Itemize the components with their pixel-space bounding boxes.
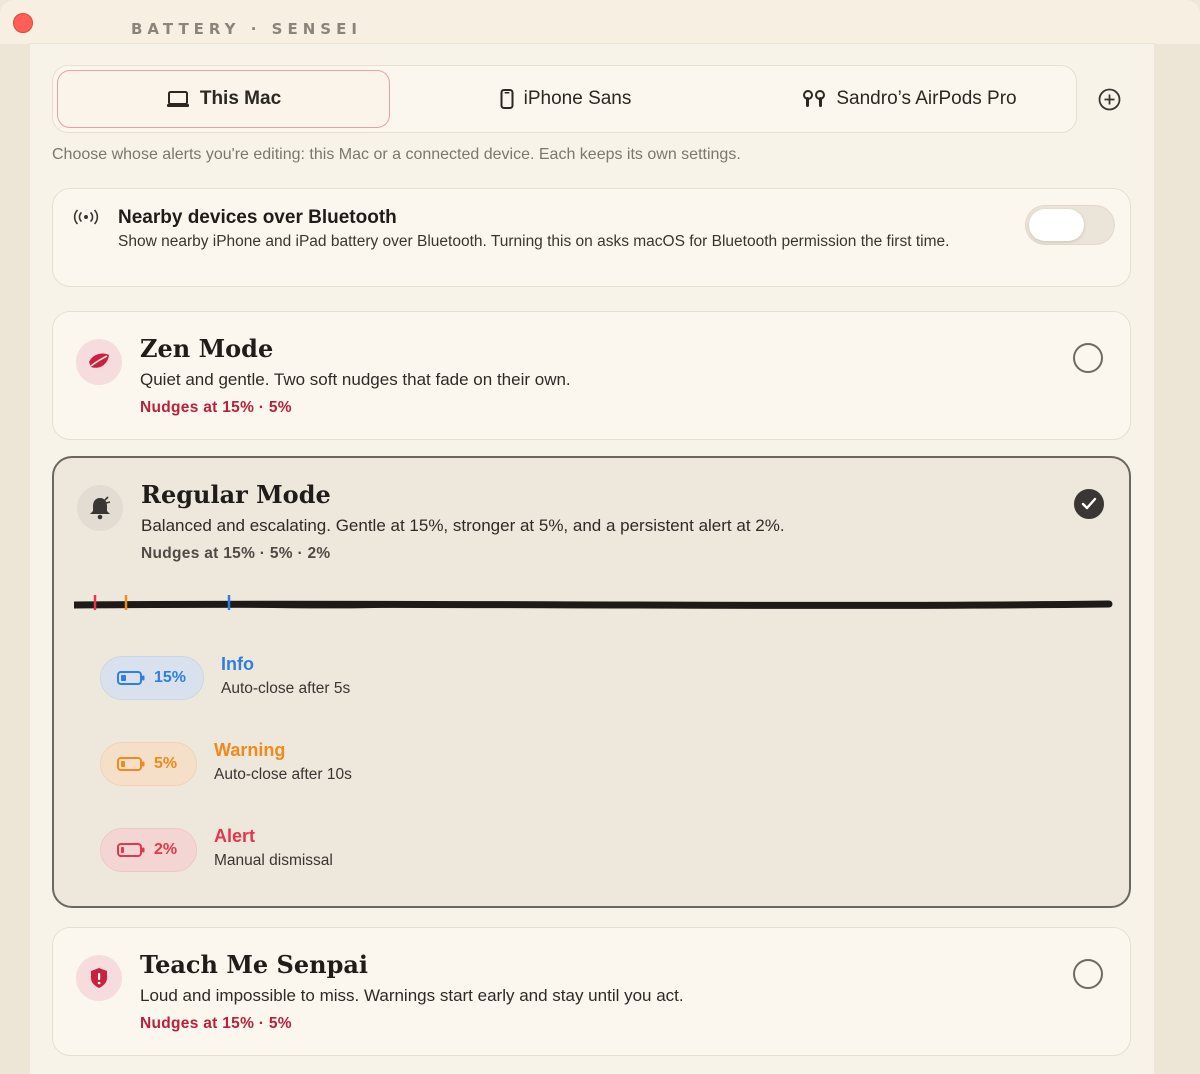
right-margin bbox=[1154, 44, 1200, 1074]
tab-airpods[interactable]: Sandro’s AirPods Pro bbox=[743, 70, 1076, 128]
battery-low-icon bbox=[117, 671, 145, 685]
level-name: Alert bbox=[214, 826, 256, 846]
bell-icon bbox=[77, 485, 123, 531]
zen-mode-description: Quiet and gentle. Two soft nudges that f… bbox=[140, 370, 571, 389]
teach-mode-title: Teach Me Senpai bbox=[140, 950, 369, 979]
zen-mode-radio[interactable] bbox=[1073, 343, 1103, 373]
battery-low-icon bbox=[117, 757, 145, 771]
battery-threshold-bar bbox=[74, 595, 1113, 610]
leaf-icon bbox=[76, 339, 122, 385]
teach-mode-card[interactable]: Teach Me Senpai Loud and impossible to m… bbox=[52, 927, 1131, 1056]
level-detail: Manual dismissal bbox=[214, 852, 333, 869]
toggle-knob bbox=[1029, 209, 1084, 241]
add-device-button[interactable] bbox=[1098, 88, 1121, 111]
device-tabs: This Mac iPhone Sans Sandro’s AirPods Pr… bbox=[52, 65, 1077, 133]
regular-mode-card[interactable]: Regular Mode Balanced and escalating. Ge… bbox=[52, 456, 1131, 908]
level-percent: 2% bbox=[154, 841, 178, 858]
broadcast-icon bbox=[71, 209, 101, 230]
teach-mode-radio[interactable] bbox=[1073, 959, 1103, 989]
airpods-icon bbox=[802, 89, 826, 109]
level-detail: Auto-close after 10s bbox=[214, 766, 352, 783]
regular-mode-title: Regular Mode bbox=[141, 480, 331, 509]
plus-circle-icon bbox=[1098, 88, 1121, 111]
zen-mode-nudges: Nudges at 15% · 5% bbox=[140, 399, 292, 416]
iphone-icon bbox=[500, 89, 514, 109]
regular-mode-nudges: Nudges at 15% · 5% · 2% bbox=[141, 545, 331, 562]
app-window: BATTERY · SENSEI This Mac iPhone Sans Sa… bbox=[0, 0, 1200, 1074]
regular-mode-radio[interactable] bbox=[1074, 489, 1104, 519]
level-percent: 5% bbox=[154, 755, 178, 772]
tab-this-mac[interactable]: This Mac bbox=[57, 70, 390, 128]
bluetooth-description: Show nearby iPhone and iPad battery over… bbox=[118, 233, 950, 250]
battery-low-icon bbox=[117, 843, 145, 857]
close-window-button[interactable] bbox=[13, 13, 33, 33]
tab-label: This Mac bbox=[199, 88, 282, 109]
level-name: Warning bbox=[214, 740, 286, 760]
bluetooth-title: Nearby devices over Bluetooth bbox=[118, 207, 397, 228]
bluetooth-card: Nearby devices over Bluetooth Show nearb… bbox=[52, 188, 1131, 287]
level-pill-info: 15% bbox=[100, 656, 204, 700]
regular-mode-description: Balanced and escalating. Gentle at 15%, … bbox=[141, 516, 785, 535]
tab-iphone-sans[interactable]: iPhone Sans bbox=[398, 70, 733, 128]
tab-label: iPhone Sans bbox=[523, 88, 632, 109]
teach-mode-description: Loud and impossible to miss. Warnings st… bbox=[140, 986, 684, 1005]
laptop-icon bbox=[166, 90, 190, 108]
level-pill-warning: 5% bbox=[100, 742, 197, 786]
tabs-hint: Choose whose alerts you're editing: this… bbox=[52, 146, 741, 163]
zen-mode-title: Zen Mode bbox=[140, 334, 274, 363]
tab-label: Sandro’s AirPods Pro bbox=[836, 88, 1017, 109]
teach-mode-nudges: Nudges at 15% · 5% bbox=[140, 1015, 292, 1032]
zen-mode-card[interactable]: Zen Mode Quiet and gentle. Two soft nudg… bbox=[52, 311, 1131, 440]
bluetooth-toggle[interactable] bbox=[1025, 205, 1115, 245]
level-detail: Auto-close after 5s bbox=[221, 680, 351, 697]
left-margin bbox=[0, 44, 30, 1074]
level-name: Info bbox=[221, 654, 254, 674]
shield-alert-icon bbox=[76, 955, 122, 1001]
level-pill-alert: 2% bbox=[100, 828, 197, 872]
checkmark-icon bbox=[1081, 497, 1097, 510]
level-percent: 15% bbox=[154, 669, 187, 686]
app-title: BATTERY · SENSEI bbox=[131, 20, 362, 38]
